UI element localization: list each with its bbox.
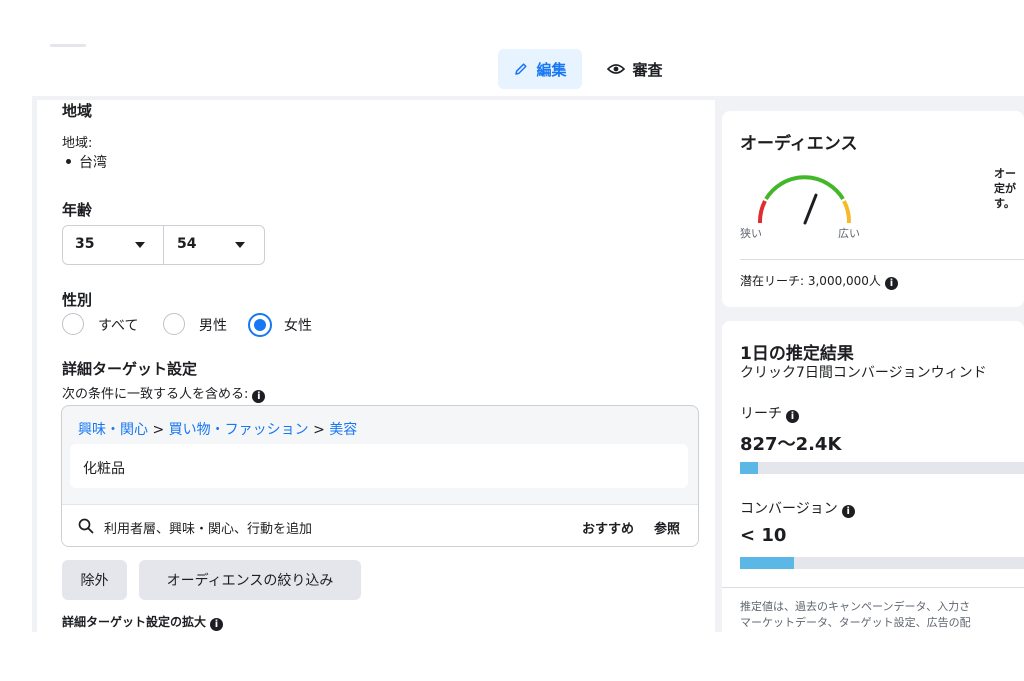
gender-label-male: 男性 [199,318,227,334]
targeting-item[interactable]: 化粧品 [70,444,688,488]
conversion-bar [740,557,1024,569]
targeting-search-input[interactable]: 利用者層、興味・関心、行動を追加 [104,518,312,537]
ads-manager-frame: 編集 審査 地域 地域: 台湾 年齢 35 54 性別 すべて 男性 女性 詳細… [32,44,1024,632]
exclude-button-label: 除外 [80,573,109,589]
audience-form-panel: 地域 地域: 台湾 年齢 35 54 性別 すべて 男性 女性 詳細ターゲット設… [37,100,715,632]
conversion-label-text: コンバージョン [740,501,838,517]
age-heading: 年齢 [62,201,93,219]
targeting-search-row: 利用者層、興味・関心、行動を追加 おすすめ 参照 [62,504,698,546]
info-icon[interactable]: i [884,277,898,290]
tab-indicator [50,44,86,47]
include-label-text: 次の条件に一致する人を含める: [62,387,249,402]
gauge-broad-label: 広い [838,227,860,240]
search-icon [78,518,94,534]
crumb-beauty[interactable]: 美容 [329,422,357,438]
age-max-value: 54 [177,236,197,252]
age-min-value: 35 [75,236,95,252]
gauge-needle [803,193,818,225]
info-icon[interactable]: i [210,618,224,631]
gender-radio-all[interactable] [62,313,84,335]
info-icon[interactable]: i [841,505,855,518]
include-label: 次の条件に一致する人を含める: i [62,383,266,403]
location-heading: 地域 [62,102,93,120]
review-button[interactable]: 審査 [598,49,672,89]
targeting-expansion-text: 詳細ターゲット設定の拡大 [62,615,207,629]
reach-label-text: リーチ [740,406,782,422]
edit-label: 編集 [536,60,567,79]
age-min-select[interactable]: 35 [63,226,163,264]
chevron-right-icon: > [313,422,330,438]
right-sidebar: オーディエンス 狭い 広い オー 定が す。 潜在リーチ: 3,000,000人… [722,44,1024,632]
info-icon[interactable]: i [786,410,799,423]
review-label: 審査 [632,60,663,79]
card-divider [740,259,1024,260]
narrow-audience-button[interactable]: オーディエンスの絞り込み [139,560,361,600]
caret-down-icon [235,242,245,248]
audience-card-title: オーディエンス [740,134,858,154]
gender-radio-female[interactable] [248,313,272,337]
location-item-label: 台湾 [79,155,107,171]
detailed-targeting-heading: 詳細ターゲット設定 [62,360,198,378]
daily-results-title: 1日の推定結果 [740,344,854,364]
estimate-footnote-line: 推定値は、過去のキャンペーンデータ、入力さ [740,600,971,613]
gender-heading: 性別 [62,291,93,309]
gender-label-female: 女性 [284,318,312,334]
suggestions-link[interactable]: おすすめ [582,518,634,537]
exclude-button[interactable]: 除外 [62,560,127,600]
gender-radio-male[interactable] [163,313,185,335]
targeting-expansion-label: 詳細ターゲット設定の拡大 i [62,613,224,631]
caret-down-icon [135,242,145,248]
location-sub-label: 地域: [62,136,93,151]
narrow-audience-button-label: オーディエンスの絞り込み [166,573,334,589]
conversion-value: < 10 [740,525,787,546]
edit-button[interactable]: 編集 [498,49,582,89]
estimate-footnote-line: マーケットデータ、ターゲット設定、広告の配 [740,616,971,629]
gauge-narrow-label: 狭い [740,227,762,240]
audience-definition-card: オーディエンス 狭い 広い オー 定が す。 潜在リーチ: 3,000,000人… [722,111,1024,307]
audience-description-line: す。 [994,197,1015,210]
age-max-select[interactable]: 54 [164,226,264,264]
pencil-icon [515,63,528,75]
gender-label-all: すべて [98,318,139,334]
reach-value: 827〜2.4K [740,434,842,455]
eye-icon [607,64,626,74]
reach-bar-fill [740,462,759,474]
audience-description-line: 定が [994,182,1016,195]
reach-label: リーチ i [740,403,799,423]
targeting-box: 興味・関心 > 買い物・ファッション > 美容 化粧品 利用者層、興味・関心、行… [61,405,699,547]
conversion-label: コンバージョン i [740,498,855,518]
daily-results-subtitle: クリック7日間コンバージョンウィンド [740,365,987,381]
location-item[interactable]: 台湾 [62,152,107,172]
card-divider [722,587,1024,588]
browse-link[interactable]: 参照 [654,518,680,537]
age-range-selector: 35 54 [62,225,265,265]
chevron-right-icon: > [152,422,169,438]
potential-reach-text: 潜在リーチ: 3,000,000人 [740,274,881,288]
info-icon[interactable]: i [252,390,266,403]
daily-results-card: 1日の推定結果 クリック7日間コンバージョンウィンド リーチ i 827〜2.4K… [722,321,1024,632]
conversion-bar-fill [740,557,794,569]
audience-description-line: オー [994,167,1016,180]
reach-bar [740,462,1024,474]
crumb-shopping-fashion[interactable]: 買い物・ファッション [169,422,309,438]
audience-description: オー 定が す。 [994,166,1016,211]
bullet-icon [66,159,71,164]
targeting-item-label: 化粧品 [83,461,125,477]
crumb-interests[interactable]: 興味・関心 [78,422,148,438]
potential-reach: 潜在リーチ: 3,000,000人 i [740,272,898,290]
targeting-breadcrumb: 興味・関心 > 買い物・ファッション > 美容 [78,419,357,439]
